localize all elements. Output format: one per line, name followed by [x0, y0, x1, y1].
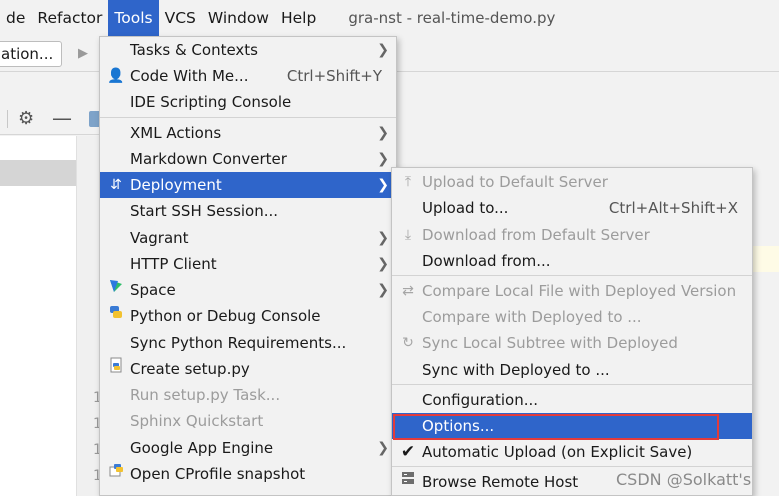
divider: [7, 110, 8, 128]
menu-item-create-setup-py[interactable]: Create setup.py: [100, 356, 396, 382]
menu-item-space[interactable]: Space ❯: [100, 277, 396, 303]
menu-item-configuration[interactable]: Configuration...: [392, 387, 752, 413]
menu-item-code-with-me[interactable]: 👤 Code With Me... Ctrl+Shift+Y: [100, 63, 396, 89]
menu-tools[interactable]: Tools: [108, 0, 159, 36]
sync-icon: ↻: [402, 335, 414, 351]
menu-item-run-setup-py-task[interactable]: Run setup.py Task...: [100, 382, 396, 408]
menu-item-vagrant[interactable]: Vagrant ❯: [100, 225, 396, 251]
menu-item-compare-with-deployed[interactable]: Compare with Deployed to ...: [392, 304, 752, 330]
watermark: CSDN @Solkatt's: [616, 470, 752, 489]
run-config-select[interactable]: ation...: [0, 41, 62, 67]
run-icon[interactable]: ▶: [78, 46, 88, 61]
space-icon: [106, 277, 126, 303]
chevron-right-icon: ❯: [377, 230, 389, 246]
gear-icon[interactable]: ⚙: [18, 108, 34, 129]
check-icon: ✔: [400, 442, 416, 462]
menu-item-sync-local-subtree[interactable]: ↻ Sync Local Subtree with Deployed: [392, 330, 752, 356]
menu-item-start-ssh-session[interactable]: Start SSH Session...: [100, 198, 396, 224]
user-icon: 👤: [107, 68, 125, 84]
server-icon: [398, 469, 418, 495]
chevron-right-icon: ❯: [377, 151, 389, 167]
menu-item-xml-actions[interactable]: XML Actions ❯: [100, 120, 396, 146]
menu-item-compare-local-file[interactable]: ⇄ Compare Local File with Deployed Versi…: [392, 278, 752, 304]
menu-separator: [392, 384, 752, 385]
chevron-right-icon: ❯: [377, 42, 389, 58]
editor-gutter: 1 1 1 1: [76, 136, 102, 496]
menu-item-google-app-engine[interactable]: Google App Engine ❯: [100, 435, 396, 461]
menu-bar: de Refactor Tools VCS Window Help gra-ns…: [0, 0, 779, 36]
menu-item-sync-python-requirements[interactable]: Sync Python Requirements...: [100, 330, 396, 356]
menu-item-sync-with-deployed[interactable]: Sync with Deployed to ...: [392, 357, 752, 383]
profile-icon: [106, 461, 126, 487]
menu-item-ide-scripting-console[interactable]: IDE Scripting Console: [100, 89, 396, 115]
deployment-submenu: ⤒ Upload to Default Server Upload to... …: [391, 167, 753, 496]
menu-item-open-cprofile-snapshot[interactable]: Open CProfile snapshot: [100, 461, 396, 487]
upload-icon: ⤒: [404, 174, 412, 190]
menu-item-python-debug-console[interactable]: Python or Debug Console: [100, 303, 396, 329]
menu-item-tasks-contexts[interactable]: Tasks & Contexts ❯: [100, 37, 396, 63]
annotation-highlight-box: [393, 414, 719, 440]
chevron-right-icon: ❯: [377, 125, 389, 141]
menu-item-http-client[interactable]: HTTP Client ❯: [100, 251, 396, 277]
selected-tree-row[interactable]: [0, 160, 76, 186]
menu-refactor[interactable]: Refactor: [31, 0, 108, 36]
menu-separator: [392, 466, 752, 467]
menu-help[interactable]: Help: [275, 0, 322, 36]
menu-file[interactable]: de: [0, 0, 31, 36]
chevron-right-icon: ❯: [377, 256, 389, 272]
menu-item-upload-to[interactable]: Upload to... Ctrl+Alt+Shift+X: [392, 195, 752, 221]
menu-item-upload-default-server[interactable]: ⤒ Upload to Default Server: [392, 169, 752, 195]
minimize-icon[interactable]: —: [52, 106, 72, 130]
compare-icon: ⇄: [402, 283, 414, 299]
menu-item-sphinx-quickstart[interactable]: Sphinx Quickstart: [100, 408, 396, 434]
menu-item-download-from[interactable]: Download from...: [392, 248, 752, 274]
deploy-icon: ⇵: [110, 177, 122, 193]
python-file-icon: [106, 356, 126, 382]
menu-separator: [100, 117, 396, 118]
chevron-right-icon: ❯: [377, 282, 389, 298]
project-tree: [0, 136, 76, 496]
python-icon: [106, 303, 126, 329]
chevron-right-icon: ❯: [377, 177, 389, 193]
window-title: gra-nst - real-time-demo.py: [348, 9, 556, 27]
project-panel-header: ⚙ —: [0, 103, 100, 135]
menu-item-markdown-converter[interactable]: Markdown Converter ❯: [100, 146, 396, 172]
menu-vcs[interactable]: VCS: [159, 0, 202, 36]
menu-item-deployment[interactable]: ⇵ Deployment ❯: [100, 172, 396, 198]
download-icon: ⤓: [404, 227, 412, 243]
menu-window[interactable]: Window: [202, 0, 275, 36]
menu-item-automatic-upload[interactable]: ✔ Automatic Upload (on Explicit Save): [392, 439, 752, 465]
menu-item-download-default-server[interactable]: ⤓ Download from Default Server: [392, 222, 752, 248]
chevron-right-icon: ❯: [377, 440, 389, 456]
menu-separator: [392, 275, 752, 276]
tools-menu: Tasks & Contexts ❯ 👤 Code With Me... Ctr…: [99, 36, 397, 496]
